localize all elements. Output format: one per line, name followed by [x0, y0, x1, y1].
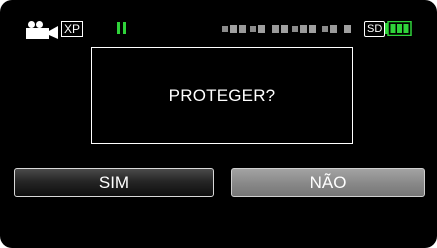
no-button[interactable]: NÃO [231, 168, 425, 197]
video-camera-icon [26, 21, 58, 39]
timecode-display [222, 25, 351, 33]
battery-icon [385, 21, 412, 36]
yes-button[interactable]: SIM [14, 168, 214, 197]
dialog-message: PROTEGER? [168, 85, 276, 105]
sd-card-badge: SD [364, 21, 386, 37]
camcorder-screen: XP SD PROTEGER? SIM NÃO [0, 0, 437, 248]
quality-badge: XP [61, 21, 84, 37]
pause-icon [117, 22, 127, 34]
confirm-dialog: PROTEGER? [91, 47, 353, 144]
